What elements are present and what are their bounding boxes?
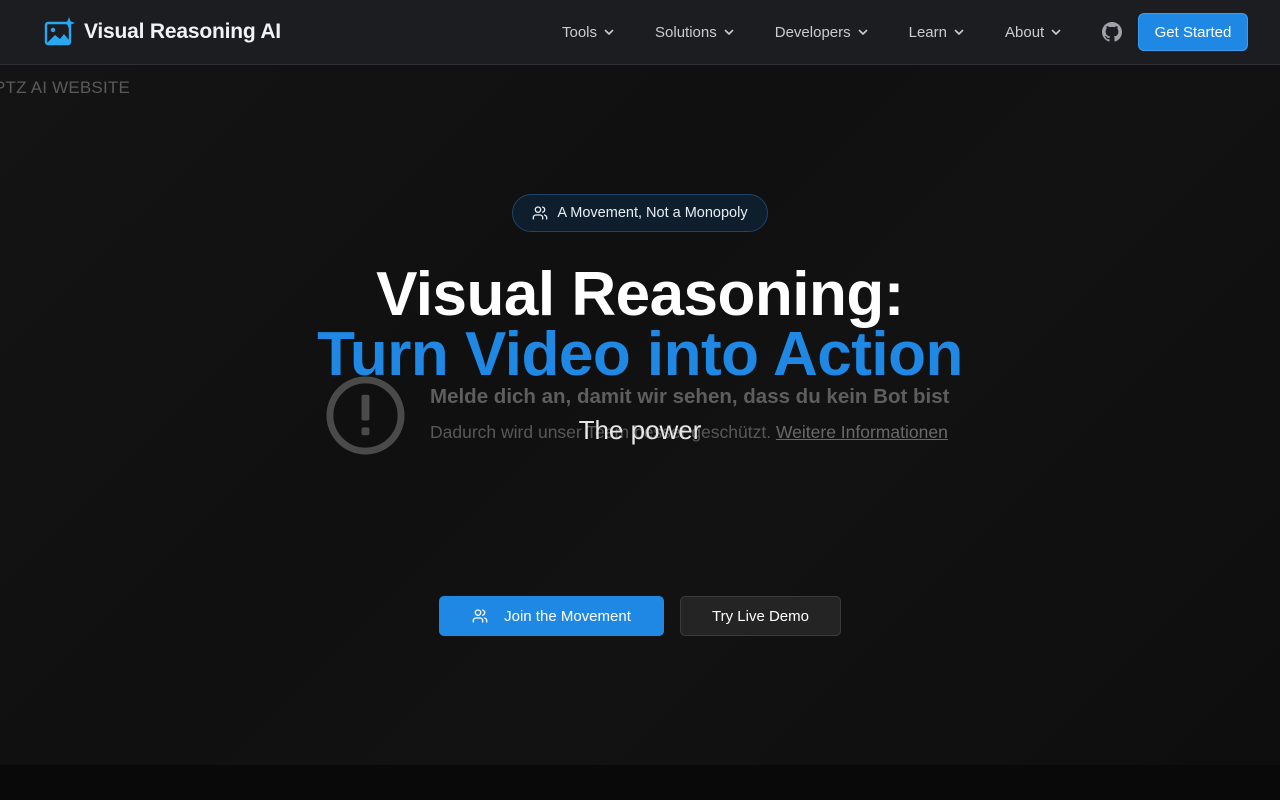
nav-learn[interactable]: Learn	[909, 24, 965, 41]
github-icon	[1102, 22, 1122, 42]
join-movement-button[interactable]: Join the Movement	[439, 596, 664, 636]
chevron-down-icon	[724, 29, 734, 35]
nav-developers[interactable]: Developers	[775, 24, 869, 41]
join-movement-label: Join the Movement	[504, 607, 631, 625]
nav-tools-label: Tools	[562, 23, 598, 41]
nav-solutions[interactable]: Solutions	[655, 24, 735, 41]
hero-title-line-2: Turn Video into Action	[317, 320, 963, 389]
chevron-down-icon	[858, 29, 867, 35]
main-nav: Tools Solutions Developers Learn About	[562, 0, 1062, 64]
chevron-down-icon	[954, 29, 964, 35]
github-link[interactable]	[1102, 22, 1122, 42]
site-label: PTZ AI WEBSITE	[0, 78, 130, 97]
chevron-down-icon	[1051, 29, 1061, 35]
brand-logo[interactable]: Visual Reasoning AI	[44, 16, 281, 48]
nav-about-label: About	[1005, 23, 1045, 41]
image-sparkle-icon	[44, 16, 76, 48]
users-icon	[533, 206, 548, 220]
navbar: Visual Reasoning AI Tools Solutions Deve…	[0, 0, 1280, 65]
hero-section: PTZ AI WEBSITE A Movement, Not a Monopol…	[0, 65, 1280, 765]
hero-tagline: The power	[578, 415, 702, 445]
nav-developers-label: Developers	[774, 23, 851, 41]
nav-learn-label: Learn	[908, 23, 947, 41]
badge-label: A Movement, Not a Monopoly	[557, 205, 748, 221]
movement-badge: A Movement, Not a Monopoly	[512, 194, 768, 232]
nav-tools[interactable]: Tools	[562, 24, 615, 41]
brand-name: Visual Reasoning AI	[84, 20, 281, 43]
bot-notice-title: Melde dich an, damit wir sehen, dass du …	[430, 385, 950, 408]
get-started-button[interactable]: Get Started	[1138, 13, 1248, 51]
nav-about[interactable]: About	[1005, 24, 1062, 41]
chevron-down-icon	[604, 29, 614, 35]
page-bottom-band	[0, 765, 1280, 800]
try-live-demo-button[interactable]: Try Live Demo	[680, 596, 841, 636]
users-icon	[472, 609, 488, 623]
nav-solutions-label: Solutions	[655, 23, 717, 41]
